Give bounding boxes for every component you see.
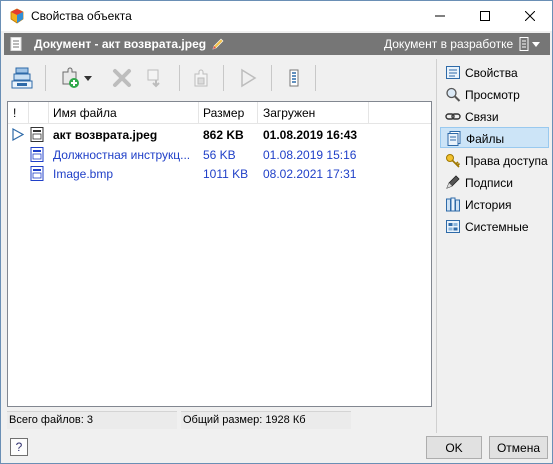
- copy-puzzle-icon: [194, 69, 208, 87]
- list-header: ! Имя файла Размер Загружен: [8, 102, 431, 124]
- attach-files-button[interactable]: [7, 63, 37, 93]
- magnifier-icon: [445, 87, 461, 102]
- key-icon: [445, 153, 461, 168]
- properties-icon: [445, 65, 461, 80]
- close-button[interactable]: [507, 1, 552, 31]
- total-files-status: Всего файлов: 3: [7, 411, 177, 429]
- replace-file-button[interactable]: [141, 63, 171, 93]
- columns-list-icon: [289, 69, 299, 87]
- minimize-button[interactable]: [417, 1, 462, 31]
- nav-item-signatures[interactable]: Подписи: [440, 172, 549, 193]
- nav-item-label: Подписи: [465, 176, 513, 190]
- file-size: 1011 KB: [203, 167, 249, 181]
- ok-button[interactable]: OK: [426, 436, 482, 459]
- file-uploaded: 01.08.2019 16:43: [263, 128, 358, 142]
- status-menu-button[interactable]: [519, 36, 549, 52]
- flag-icon: [241, 68, 257, 88]
- main-file-flag-icon: [12, 127, 25, 142]
- column-separator[interactable]: [28, 102, 29, 124]
- cancel-button[interactable]: Отмена: [489, 436, 548, 459]
- column-header-size[interactable]: Размер: [203, 106, 244, 120]
- nav-item-label: Файлы: [466, 132, 505, 146]
- file-name: Image.bmp: [53, 167, 114, 181]
- file-name: акт возврата.jpeg: [53, 128, 158, 142]
- column-separator[interactable]: [257, 102, 258, 124]
- files-list[interactable]: ! Имя файла Размер Загружен акт возврата…: [7, 101, 432, 407]
- column-separator[interactable]: [198, 102, 199, 124]
- nav-item-label: Системные: [465, 220, 529, 234]
- properties-dialog: Свойства объекта Документ - акт возврата…: [0, 0, 553, 464]
- files-icon: [446, 131, 462, 146]
- pencil-edit-icon[interactable]: [211, 37, 225, 51]
- nav-item-files[interactable]: Файлы: [440, 127, 549, 148]
- chevron-down-icon: [532, 41, 540, 47]
- file-size: 56 KB: [203, 148, 236, 162]
- toolbar-separator: [179, 65, 180, 91]
- delete-x-icon: [113, 69, 131, 87]
- signature-pen-icon: [445, 175, 461, 190]
- status-document-icon: [519, 37, 529, 51]
- nav-item-links[interactable]: Связи: [440, 106, 549, 127]
- image-file-icon: [30, 166, 44, 181]
- history-books-icon: [445, 197, 461, 212]
- document-status: Документ в разработке: [384, 37, 514, 51]
- toolbar-separator: [45, 65, 46, 91]
- nav-item-access-rights[interactable]: Права доступа: [440, 150, 549, 171]
- column-header-flag[interactable]: !: [13, 106, 16, 120]
- maximize-button[interactable]: [462, 1, 507, 31]
- nav-item-system[interactable]: Системные: [440, 216, 549, 237]
- table-row[interactable]: акт возврата.jpeg 862 KB 01.08.2019 16:4…: [8, 125, 431, 144]
- delete-file-button[interactable]: [107, 63, 137, 93]
- column-header-uploaded[interactable]: Загружен: [263, 106, 315, 120]
- file-uploaded: 08.02.2021 17:31: [263, 167, 357, 181]
- nav-item-label: Свойства: [465, 66, 518, 80]
- document-title: Документ - акт возврата.jpeg: [34, 37, 207, 51]
- columns-button[interactable]: [279, 63, 309, 93]
- set-main-file-button[interactable]: [233, 63, 263, 93]
- panel-divider: [436, 59, 437, 433]
- window-title: Свойства объекта: [31, 9, 132, 23]
- nav-item-label: Права доступа: [465, 154, 548, 168]
- help-button[interactable]: ?: [10, 438, 28, 456]
- document-header-bar: Документ - акт возврата.jpeg Документ в …: [4, 33, 550, 55]
- link-chain-icon: [445, 109, 461, 124]
- file-stack-icon: [11, 67, 33, 89]
- image-file-icon: [30, 127, 44, 142]
- copy-file-button[interactable]: [187, 63, 217, 93]
- column-separator[interactable]: [368, 102, 369, 124]
- app-logo-icon: [9, 8, 25, 24]
- table-row[interactable]: Image.bmp 1011 KB 08.02.2021 17:31: [8, 164, 431, 183]
- file-uploaded: 01.08.2019 15:16: [263, 148, 357, 162]
- nav-item-label: Связи: [465, 110, 499, 124]
- replace-icon: [147, 69, 160, 88]
- add-file-dropdown[interactable]: [81, 63, 95, 93]
- total-size-status: Общий размер: 1928 Кб: [181, 411, 351, 429]
- nav-item-preview[interactable]: Просмотр: [440, 84, 549, 105]
- nav-item-label: Просмотр: [465, 88, 520, 102]
- title-bar: Свойства объекта: [1, 1, 552, 31]
- nav-item-properties[interactable]: Свойства: [440, 62, 549, 83]
- document-file-icon: [30, 147, 44, 162]
- toolbar-separator: [271, 65, 272, 91]
- add-puzzle-icon: [62, 67, 79, 88]
- column-separator[interactable]: [48, 102, 49, 124]
- toolbar-separator: [315, 65, 316, 91]
- file-size: 862 KB: [203, 128, 244, 142]
- system-icon: [445, 219, 461, 234]
- table-row[interactable]: Должностная инструкц... 56 KB 01.08.2019…: [8, 145, 431, 164]
- file-name: Должностная инструкц...: [53, 148, 191, 162]
- document-icon: [10, 37, 22, 51]
- toolbar-separator: [223, 65, 224, 91]
- chevron-down-icon: [84, 75, 92, 81]
- column-header-name[interactable]: Имя файла: [53, 106, 117, 120]
- nav-item-label: История: [465, 198, 512, 212]
- nav-item-history[interactable]: История: [440, 194, 549, 215]
- files-toolbar: [7, 61, 427, 97]
